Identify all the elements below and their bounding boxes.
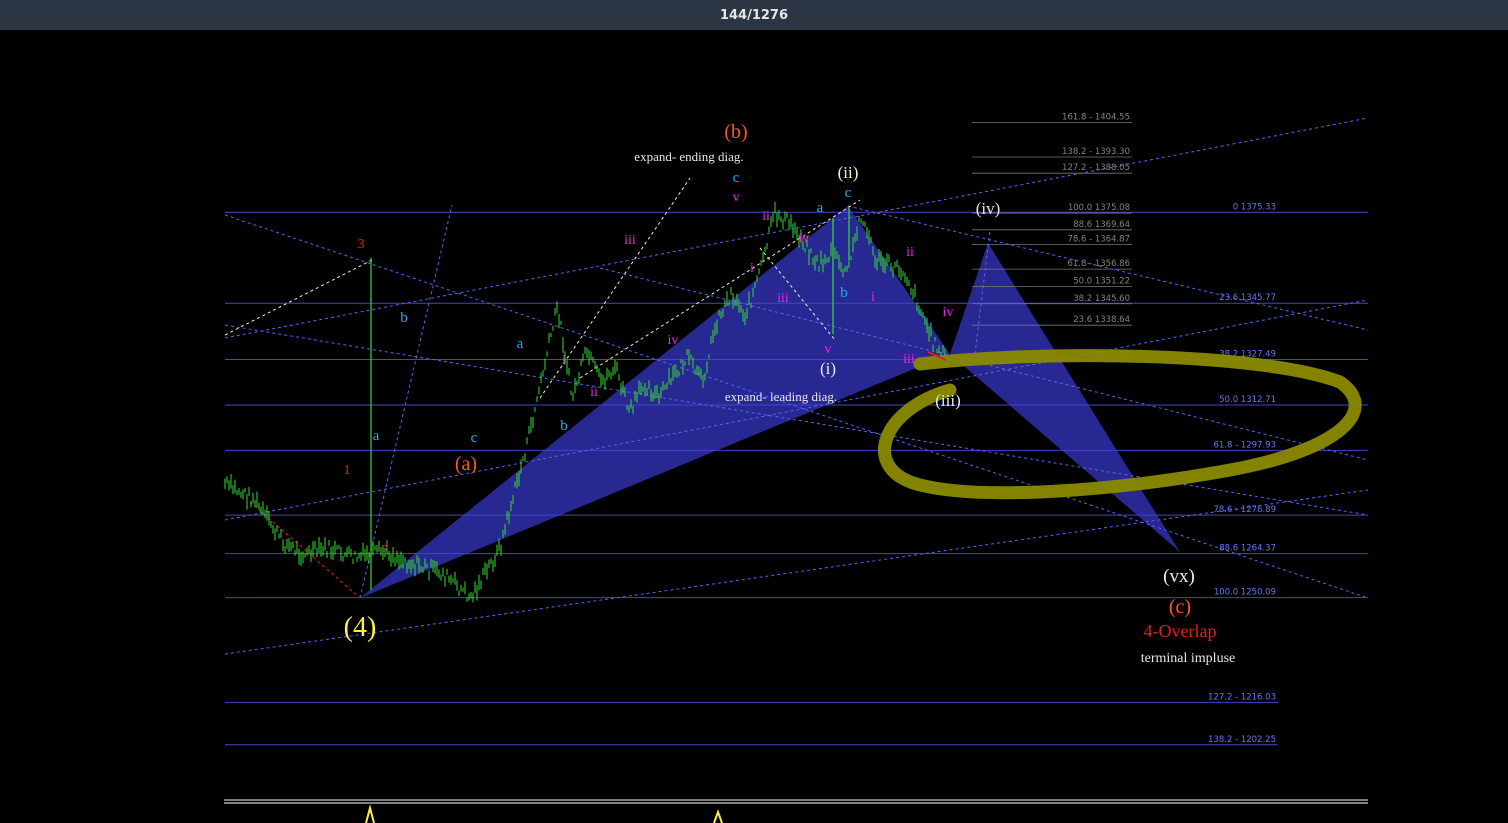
- wave-label-cyan-c3: c: [845, 185, 852, 201]
- wave-label-mag-ii1: ii: [590, 385, 598, 400]
- wave-label-cyan-b2: b: [560, 418, 568, 434]
- wave-label-mag-v1: v: [733, 190, 740, 205]
- wave-label-wave-ii: (ii): [838, 163, 859, 182]
- fib-level-label: 78.6 - 1276.89: [1213, 505, 1276, 515]
- fib-level-label: 100.0 1250.09: [1214, 588, 1276, 598]
- fib-level-label: 38.2 1345.60: [1073, 294, 1130, 304]
- wave-label-wave-a: (a): [455, 453, 477, 475]
- wave-label-wave-4: (4): [344, 612, 377, 643]
- wave-label-cyan-a2: a: [517, 336, 524, 352]
- wave-label-mag-ii3: ii: [906, 245, 914, 260]
- harmonic-bcd-triangle: [950, 243, 1180, 552]
- fib-level-label: 50.0 1312.71: [1219, 395, 1276, 405]
- fib-level-label: 138.2 - 1393.30: [1062, 147, 1130, 157]
- wave-label-red-1: 1: [344, 463, 351, 478]
- wave-label-wave-iii: (iii): [935, 391, 961, 410]
- wave-label-mag-iv2: iv: [799, 231, 810, 246]
- wave-label-mag-iii3: iii: [903, 352, 915, 367]
- wave-label-mag-iii2: iii: [777, 291, 789, 306]
- wave-label-mag-iv1: iv: [668, 333, 679, 348]
- wave-label-wave-i: (i): [820, 359, 836, 378]
- wave-label-mag-iii1: iii: [624, 233, 636, 248]
- wave-label-cyan-a1: a: [373, 428, 380, 444]
- fib-level-label: 88.6 1264.37: [1219, 544, 1276, 554]
- price-chart: 0 1375.3323.6 1345.7738.2 1327.4950.0 13…: [224, 112, 1369, 823]
- wave-label-mag-ii2: ii: [762, 209, 770, 224]
- wave-label-wave-b: (b): [724, 121, 747, 143]
- wave-label-wave-c: (c): [1169, 596, 1191, 618]
- wave-label-mag-i3: i: [871, 290, 875, 305]
- fib-level-label: 161.8 - 1404.55: [1062, 112, 1130, 122]
- fib-level-label: 0 1375.33: [1233, 202, 1276, 212]
- wave-label-mag-iv3: iv: [943, 305, 954, 320]
- wave-label-cyan-b3: b: [840, 285, 848, 301]
- fib-level-label: 78.6 - 1364.87: [1067, 234, 1130, 244]
- fib-level-label: 100.0 1375.08: [1068, 203, 1130, 213]
- indicator-spike: [713, 809, 723, 823]
- wave-label-cyan-b1: b: [400, 310, 408, 326]
- top-bar: 144/1276: [0, 0, 1508, 30]
- fib-level-label: 88.6 1369.64: [1073, 220, 1130, 230]
- wave-label-expand-ending: expand- ending diag.: [634, 149, 743, 164]
- wave-label-overlap: 4-Overlap: [1144, 621, 1217, 641]
- wave-label-mag-i2: i: [750, 261, 754, 276]
- wave-label-terminal: terminal impluse: [1141, 651, 1235, 666]
- wave-label-wave-vx: (vx): [1163, 566, 1195, 587]
- wave-label-red-2: 2: [382, 543, 389, 558]
- image-counter: 144/1276: [719, 7, 789, 23]
- fib-level-label: 61.8 - 1297.93: [1213, 440, 1276, 450]
- fib-level-label: 138.2 - 1202.25: [1208, 735, 1276, 745]
- wave-label-expand-leading: expand- leading diag.: [725, 389, 837, 404]
- wave-label-cyan-c1: c: [471, 430, 478, 446]
- wave-label-red-3: 3: [358, 237, 365, 252]
- fib-level-label: 127.2 - 1216.03: [1208, 692, 1276, 702]
- wave-label-mag-i1: i: [562, 353, 566, 368]
- wave-label-mag-v2: v: [825, 342, 832, 357]
- indicator-spike: [365, 804, 375, 823]
- fib-level-label: 50.0 1351.22: [1073, 276, 1130, 286]
- wave-label-cyan-a3: a: [817, 200, 824, 216]
- wave-label-wave-iv: (iv): [976, 199, 1001, 218]
- fib-level-label: 23.6 1338.64: [1073, 315, 1130, 325]
- harmonic-xab-triangle: [360, 206, 950, 598]
- wave-label-cyan-c2: c: [733, 170, 740, 186]
- fib-level-label: 127.2 - 1388.05: [1062, 163, 1130, 173]
